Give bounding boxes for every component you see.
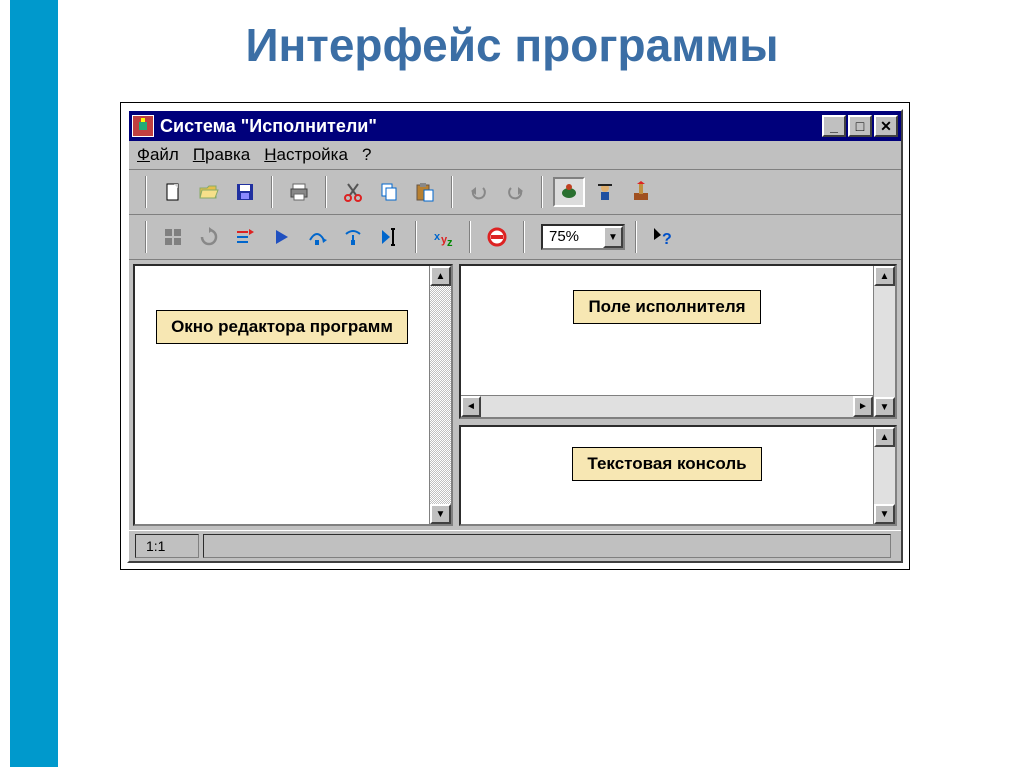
svg-text:z: z [447, 237, 453, 248]
menu-settings[interactable]: Настройка [264, 145, 348, 165]
editor-area[interactable]: Окно редактора программ [135, 266, 429, 524]
scroll-down-icon[interactable]: ▼ [874, 397, 895, 417]
svg-text:?: ? [662, 231, 672, 248]
step-into-button[interactable] [337, 222, 369, 252]
field-hscroll[interactable]: ◄ ► [461, 395, 873, 417]
titlebar: Система "Исполнители" _ □ ✕ [129, 111, 901, 141]
variables-button[interactable]: xyz [427, 222, 459, 252]
scroll-down-icon[interactable]: ▼ [430, 504, 451, 524]
toolbar-debug: xyz 75% ▼ ? [129, 215, 901, 260]
zoom-value: 75% [543, 226, 603, 248]
scroll-down-icon[interactable]: ▼ [874, 504, 895, 524]
app-icon [132, 115, 154, 137]
editor-pane: Окно редактора программ ▲ ▼ [133, 264, 453, 526]
drafter-executor-button[interactable] [625, 177, 657, 207]
paste-button[interactable] [409, 177, 441, 207]
close-button[interactable]: ✕ [874, 115, 898, 137]
console-vscroll[interactable]: ▲ ▼ [873, 427, 895, 524]
scroll-right-icon[interactable]: ► [853, 396, 873, 417]
scroll-up-icon[interactable]: ▲ [430, 266, 451, 286]
editor-label: Окно редактора программ [156, 310, 408, 344]
refresh-button[interactable] [193, 222, 225, 252]
open-button[interactable] [193, 177, 225, 207]
field-vscroll[interactable]: ▲ ▼ [873, 266, 895, 417]
status-message [203, 534, 891, 558]
copy-button[interactable] [373, 177, 405, 207]
screenshot-frame: Система "Исполнители" _ □ ✕ Файл Правка … [120, 102, 910, 570]
slide-accent-stripe [10, 0, 58, 767]
svg-text:x: x [434, 231, 441, 243]
cut-button[interactable] [337, 177, 369, 207]
context-help-button[interactable]: ? [647, 222, 679, 252]
grid-button[interactable] [157, 222, 189, 252]
console-area[interactable]: Текстовая консоль [461, 427, 873, 524]
menu-file[interactable]: Файл [137, 145, 179, 165]
menubar: Файл Правка Настройка ? [129, 141, 901, 170]
editor-vscroll[interactable]: ▲ ▼ [429, 266, 451, 524]
workspace: Окно редактора программ ▲ ▼ П [129, 260, 901, 530]
cursor-position: 1:1 [135, 534, 199, 558]
console-label: Текстовая консоль [572, 447, 761, 481]
robot-executor-button[interactable] [589, 177, 621, 207]
menu-help[interactable]: ? [362, 145, 371, 165]
new-button[interactable] [157, 177, 189, 207]
minimize-button[interactable]: _ [822, 115, 846, 137]
zoom-select[interactable]: 75% ▼ [541, 224, 625, 250]
menu-edit[interactable]: Правка [193, 145, 250, 165]
maximize-button[interactable]: □ [848, 115, 872, 137]
window-title: Система "Исполнители" [160, 116, 820, 137]
statusbar: 1:1 [129, 530, 901, 561]
scroll-left-icon[interactable]: ◄ [461, 396, 481, 417]
run-to-cursor-button[interactable] [373, 222, 405, 252]
save-button[interactable] [229, 177, 261, 207]
field-area[interactable]: Поле исполнителя [461, 266, 873, 395]
slide-title: Интерфейс программы [0, 0, 1024, 102]
step-button[interactable] [229, 222, 261, 252]
app-window: Система "Исполнители" _ □ ✕ Файл Правка … [127, 109, 903, 563]
zoom-dropdown-arrow[interactable]: ▼ [603, 226, 623, 248]
stop-button[interactable] [481, 222, 513, 252]
scroll-up-icon[interactable]: ▲ [874, 266, 895, 286]
step-over-button[interactable] [301, 222, 333, 252]
toolbar-main [129, 170, 901, 215]
field-label: Поле исполнителя [573, 290, 760, 324]
field-pane: Поле исполнителя ◄ ► ▲ ▼ [459, 264, 897, 419]
print-button[interactable] [283, 177, 315, 207]
console-pane: Текстовая консоль ▲ ▼ [459, 425, 897, 526]
undo-button[interactable] [463, 177, 495, 207]
scroll-up-icon[interactable]: ▲ [874, 427, 895, 447]
redo-button[interactable] [499, 177, 531, 207]
turtle-executor-button[interactable] [553, 177, 585, 207]
run-button[interactable] [265, 222, 297, 252]
